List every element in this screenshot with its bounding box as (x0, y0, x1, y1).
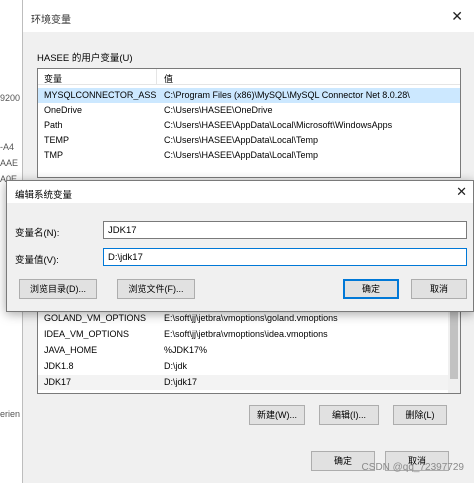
background-fragment: erien (0, 409, 21, 419)
column-header-value[interactable]: 值 (164, 72, 173, 85)
variable-value-label: 变量值(V): (15, 255, 59, 266)
dialog-ok-button[interactable]: 确定 (343, 279, 399, 299)
var-name: JDK17 (44, 377, 72, 387)
var-name: MYSQLCONNECTOR_ASS... (44, 90, 156, 100)
background-fragment: -A4 (0, 142, 15, 152)
edit-variable-dialog: 编辑系统变量 ✕ 变量名(N): 变量值(V): 浏览目录(D)... 浏览文件… (6, 180, 474, 312)
var-value: E:\soft\jj\jetbra\vmoptions\goland.vmopt… (164, 313, 338, 323)
var-value: C:\Users\HASEE\AppData\Local\Temp (164, 135, 319, 145)
var-value: D:\jdk17 (164, 377, 198, 387)
close-icon[interactable]: ✕ (451, 8, 463, 25)
var-value: C:\Program Files (x86)\MySQL\MySQL Conne… (164, 90, 410, 100)
dialog-titlebar[interactable]: 编辑系统变量 ✕ (7, 181, 473, 203)
table-row[interactable]: Path C:\Users\HASEE\AppData\Local\Micros… (38, 118, 460, 133)
var-name: OneDrive (44, 105, 83, 115)
browse-directory-button[interactable]: 浏览目录(D)... (19, 279, 97, 299)
variable-name-label: 变量名(N): (15, 228, 60, 239)
var-value: D:\jdk (164, 361, 188, 371)
var-name: GOLAND_VM_OPTIONS (44, 313, 147, 323)
user-vars-list[interactable]: 变量 值 MYSQLCONNECTOR_ASS... C:\Program Fi… (37, 68, 461, 178)
user-vars-group-label: HASEE 的用户变量(U) (37, 53, 133, 64)
close-icon[interactable]: ✕ (456, 184, 467, 200)
env-window-title: 环境变量 (31, 15, 71, 26)
var-name: IDEA_VM_OPTIONS (44, 329, 130, 339)
table-row[interactable]: TMP C:\Users\HASEE\AppData\Local\Temp (38, 148, 460, 163)
var-name: JDK1.8 (44, 361, 74, 371)
table-row[interactable]: IDEA_VM_OPTIONS E:\soft\jj\jetbra\vmopti… (38, 327, 460, 342)
var-name: Path (44, 120, 63, 130)
background-fragment: 9200 (0, 93, 21, 103)
var-value: C:\Users\HASEE\AppData\Local\Microsoft\W… (164, 120, 393, 130)
dialog-title: 编辑系统变量 (15, 190, 73, 201)
column-divider[interactable] (156, 69, 157, 85)
var-name: TEMP (44, 135, 70, 145)
table-row[interactable]: JDK1.8 D:\jdk (38, 359, 460, 374)
variable-name-input[interactable] (103, 221, 467, 239)
var-value: C:\Users\HASEE\AppData\Local\Temp (164, 150, 319, 160)
background-fragment: AAE (0, 158, 19, 168)
delete-variable-button[interactable]: 删除(L) (393, 405, 447, 425)
var-name: JAVA_HOME (44, 345, 98, 355)
var-name: TMP (44, 150, 63, 160)
new-variable-button[interactable]: 新建(W)... (249, 405, 305, 425)
var-value: E:\soft\jj\jetbra\vmoptions\idea.vmoptio… (164, 329, 328, 339)
var-value: C:\Users\HASEE\OneDrive (164, 105, 273, 115)
user-vars-header: 变量 值 (38, 69, 460, 85)
var-value: %JDK17% (164, 345, 208, 355)
table-row[interactable]: GOLAND_VM_OPTIONS E:\soft\jj\jetbra\vmop… (38, 311, 460, 326)
browse-file-button[interactable]: 浏览文件(F)... (117, 279, 195, 299)
column-header-variable[interactable]: 变量 (44, 72, 62, 85)
dialog-cancel-button[interactable]: 取消 (411, 279, 467, 299)
table-row[interactable]: TEMP C:\Users\HASEE\AppData\Local\Temp (38, 133, 460, 148)
variable-value-input[interactable] (103, 248, 467, 266)
table-row[interactable]: OneDrive C:\Users\HASEE\OneDrive (38, 103, 460, 118)
table-row[interactable]: JDK17 D:\jdk17 (38, 375, 460, 390)
watermark: CSDN @qq_72397729 (361, 462, 464, 473)
scrollbar-thumb[interactable] (450, 311, 458, 379)
table-row[interactable]: MYSQLCONNECTOR_ASS... C:\Program Files (… (38, 88, 460, 103)
table-row[interactable]: JAVA_HOME %JDK17% (38, 343, 460, 358)
edit-variable-button[interactable]: 编辑(I)... (319, 405, 379, 425)
env-window-titlebar[interactable]: 环境变量 ✕ (23, 0, 474, 32)
